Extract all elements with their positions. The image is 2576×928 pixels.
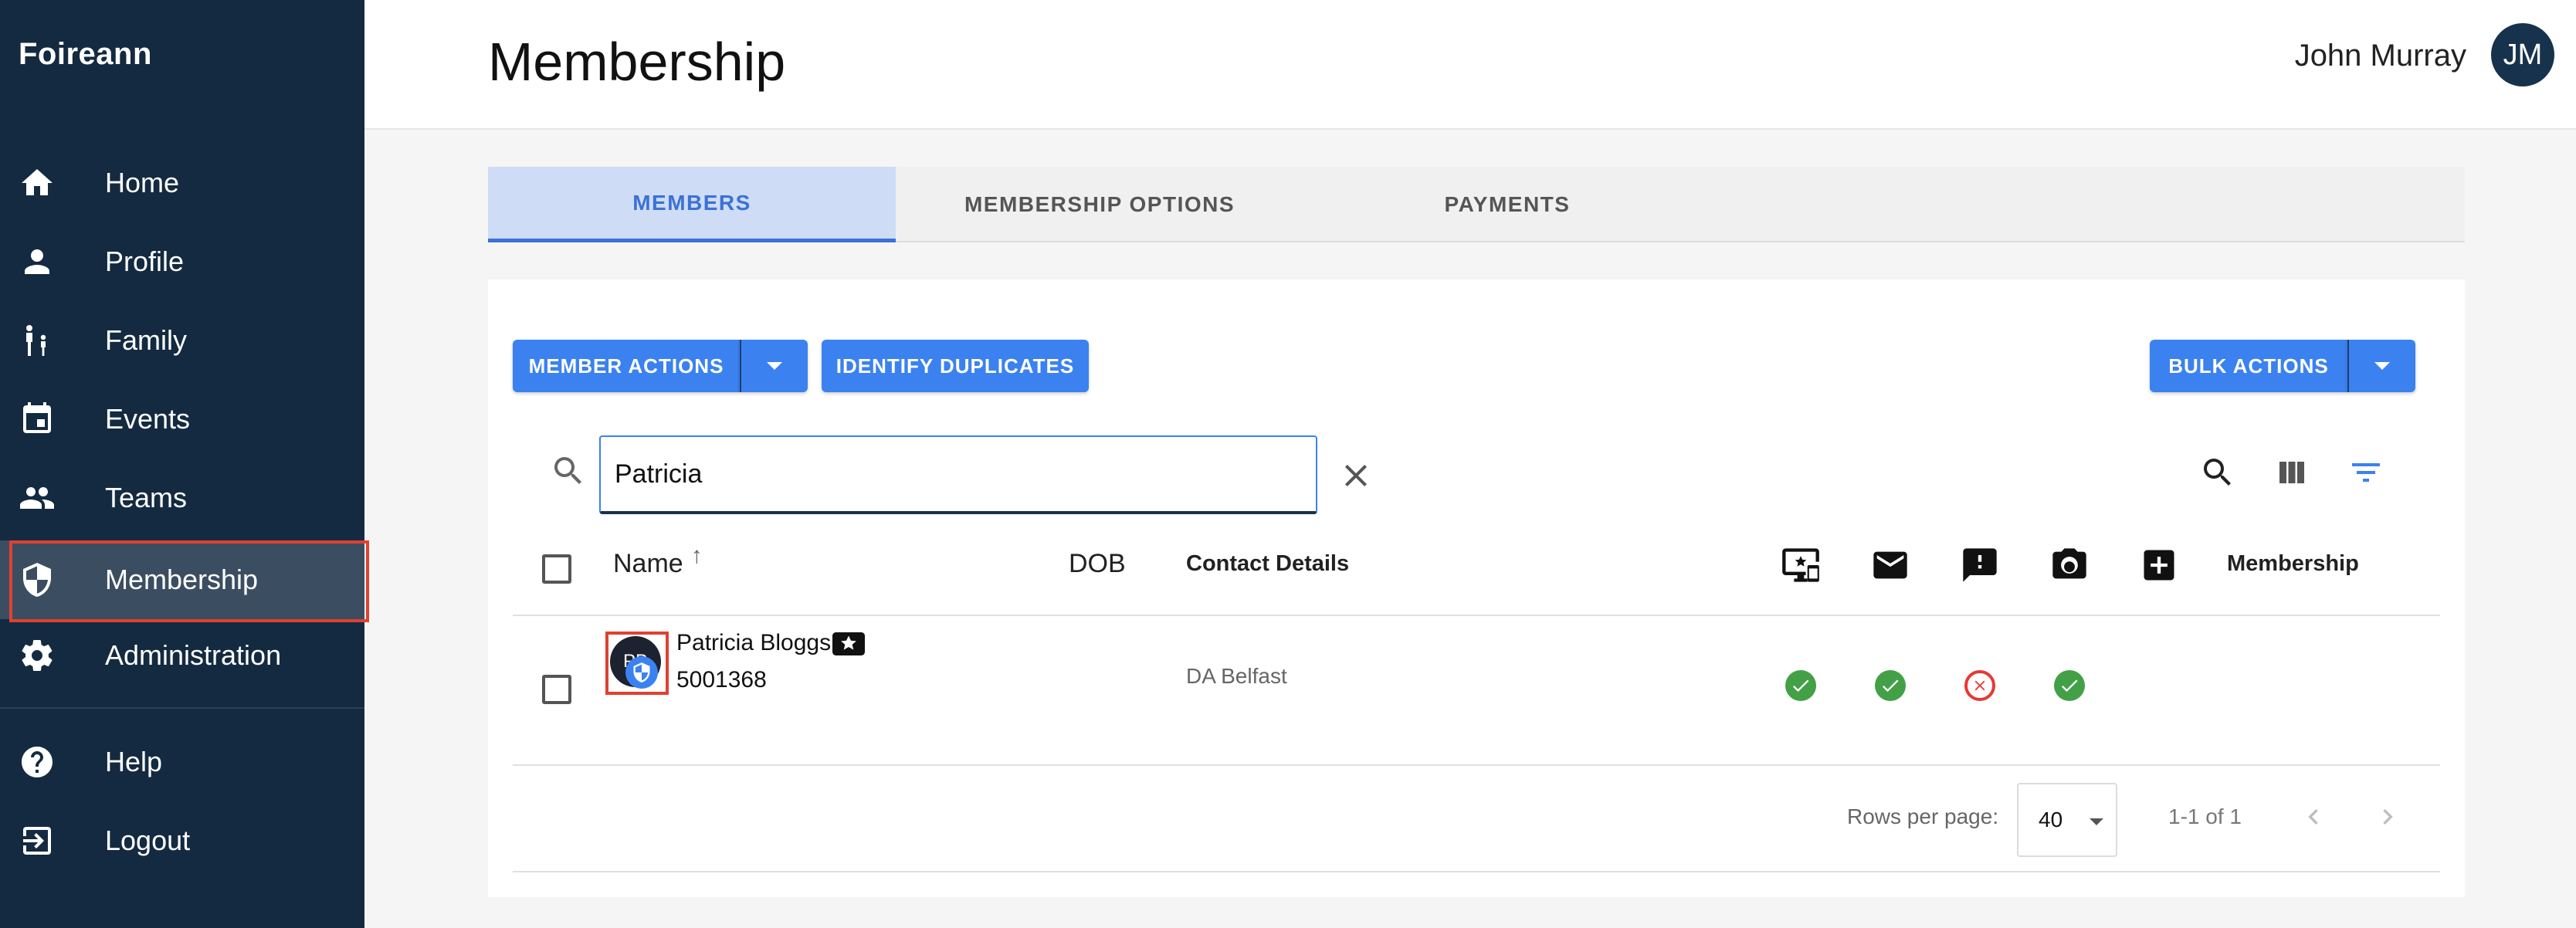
column-header-contact-details[interactable]: Contact Details xyxy=(1186,536,1349,591)
rows-per-page-label: Rows per page: xyxy=(1847,804,1999,828)
search-icon[interactable] xyxy=(2199,454,2236,491)
sidebar-item-profile[interactable]: Profile xyxy=(0,222,364,301)
person-icon xyxy=(19,243,56,280)
member-name[interactable]: Patricia Bloggs xyxy=(676,630,831,656)
column-header-dob[interactable]: DOB xyxy=(1069,536,1126,591)
column-header-name[interactable]: Name ↑ xyxy=(613,536,703,591)
group-icon xyxy=(19,479,56,516)
sidebar-item-label: Logout xyxy=(105,825,191,856)
avatar-highlight xyxy=(605,632,669,695)
header-divider xyxy=(513,615,2440,616)
rows-per-page-value: 40 xyxy=(2039,808,2063,831)
row-checkbox[interactable] xyxy=(542,675,571,704)
column-header-membership[interactable]: Membership xyxy=(2227,536,2359,591)
member-id: 5001368 xyxy=(676,667,767,693)
bulk-actions-dropdown-button[interactable] xyxy=(2347,340,2415,392)
identify-duplicates-button[interactable]: IDENTIFY DUPLICATES xyxy=(822,340,1089,392)
tab-membership-options[interactable]: MEMBERSHIP OPTIONS xyxy=(896,167,1303,242)
sidebar-item-label: Administration xyxy=(105,639,282,671)
check-circle-icon xyxy=(1875,670,1906,701)
alert-icon xyxy=(1960,545,2000,585)
sort-arrow-up-icon: ↑ xyxy=(690,543,703,568)
sidebar-item-help[interactable]: Help xyxy=(0,723,364,801)
cancel-circle-icon xyxy=(1964,670,1995,701)
previous-page-icon[interactable] xyxy=(2298,801,2329,832)
sidebar-item-logout[interactable]: Logout xyxy=(0,801,364,880)
brand-logo[interactable]: Foireann xyxy=(19,37,152,72)
sidebar-divider xyxy=(0,707,364,709)
bulk-actions-button[interactable]: BULK ACTIONS xyxy=(2150,340,2347,392)
footer-divider xyxy=(513,871,2440,872)
sidebar-item-label: Profile xyxy=(105,246,185,277)
sidebar: Foireann Home Profile Family Events Team… xyxy=(0,0,369,928)
rows-per-page-select[interactable]: 40 xyxy=(2017,783,2117,857)
clear-search-icon[interactable] xyxy=(1337,457,1374,494)
select-all-checkbox[interactable] xyxy=(542,554,571,584)
sidebar-item-label: Help xyxy=(105,746,163,777)
check-circle-icon xyxy=(2054,670,2085,701)
columns-icon[interactable] xyxy=(2273,454,2310,491)
column-header-label: Name xyxy=(613,548,683,578)
sidebar-item-home[interactable]: Home xyxy=(0,144,364,222)
caret-down-icon xyxy=(2374,362,2390,370)
contact-details: DA Belfast xyxy=(1186,664,1287,688)
sidebar-item-label: Membership xyxy=(105,564,259,595)
camera-icon xyxy=(2049,545,2090,585)
logout-icon xyxy=(19,822,56,859)
family-icon xyxy=(19,322,56,359)
filter-icon[interactable] xyxy=(2347,454,2384,491)
sidebar-item-family[interactable]: Family xyxy=(0,301,364,380)
member-actions-button[interactable]: MEMBER ACTIONS xyxy=(513,340,740,392)
caret-down-icon xyxy=(2090,818,2103,825)
membership-tabs: MEMBERS MEMBERSHIP OPTIONS PAYMENTS xyxy=(488,167,2465,242)
calendar-icon xyxy=(19,401,56,438)
members-card: MEMBER ACTIONS IDENTIFY DUPLICATES BULK … xyxy=(488,279,2465,897)
next-page-icon[interactable] xyxy=(2372,801,2403,832)
search-icon xyxy=(550,452,587,489)
home-icon xyxy=(19,164,56,202)
user-avatar[interactable]: JM xyxy=(2491,23,2554,86)
sidebar-item-label: Home xyxy=(105,167,180,198)
sidebar-item-teams[interactable]: Teams xyxy=(0,459,364,537)
sidebar-item-label: Events xyxy=(105,403,191,435)
check-circle-icon xyxy=(1785,670,1816,701)
sidebar-item-events[interactable]: Events xyxy=(0,380,364,459)
device-star-icon xyxy=(1781,545,1821,585)
shield-icon xyxy=(19,561,56,598)
sidebar-item-label: Teams xyxy=(105,482,188,513)
user-name[interactable]: John Murray xyxy=(2295,39,2466,73)
gear-icon xyxy=(19,637,56,674)
sidebar-item-label: Family xyxy=(105,324,187,356)
help-icon xyxy=(19,743,56,781)
member-actions-dropdown-button[interactable] xyxy=(740,340,808,392)
sidebar-item-administration[interactable]: Administration xyxy=(0,616,364,695)
sidebar-item-membership[interactable]: Membership xyxy=(0,540,364,619)
page-title: Membership xyxy=(488,32,786,92)
tab-payments[interactable]: PAYMENTS xyxy=(1303,167,1711,242)
caret-down-icon xyxy=(767,362,782,370)
row-divider xyxy=(513,764,2440,766)
star-badge-icon xyxy=(832,630,865,658)
email-icon xyxy=(1870,545,1910,585)
top-header: Membership John Murray JM xyxy=(364,0,2576,130)
search-input[interactable] xyxy=(599,435,1317,514)
page-range: 1-1 of 1 xyxy=(2168,804,2242,828)
medical-cross-icon xyxy=(2139,545,2179,585)
tab-members[interactable]: MEMBERS xyxy=(488,167,896,242)
